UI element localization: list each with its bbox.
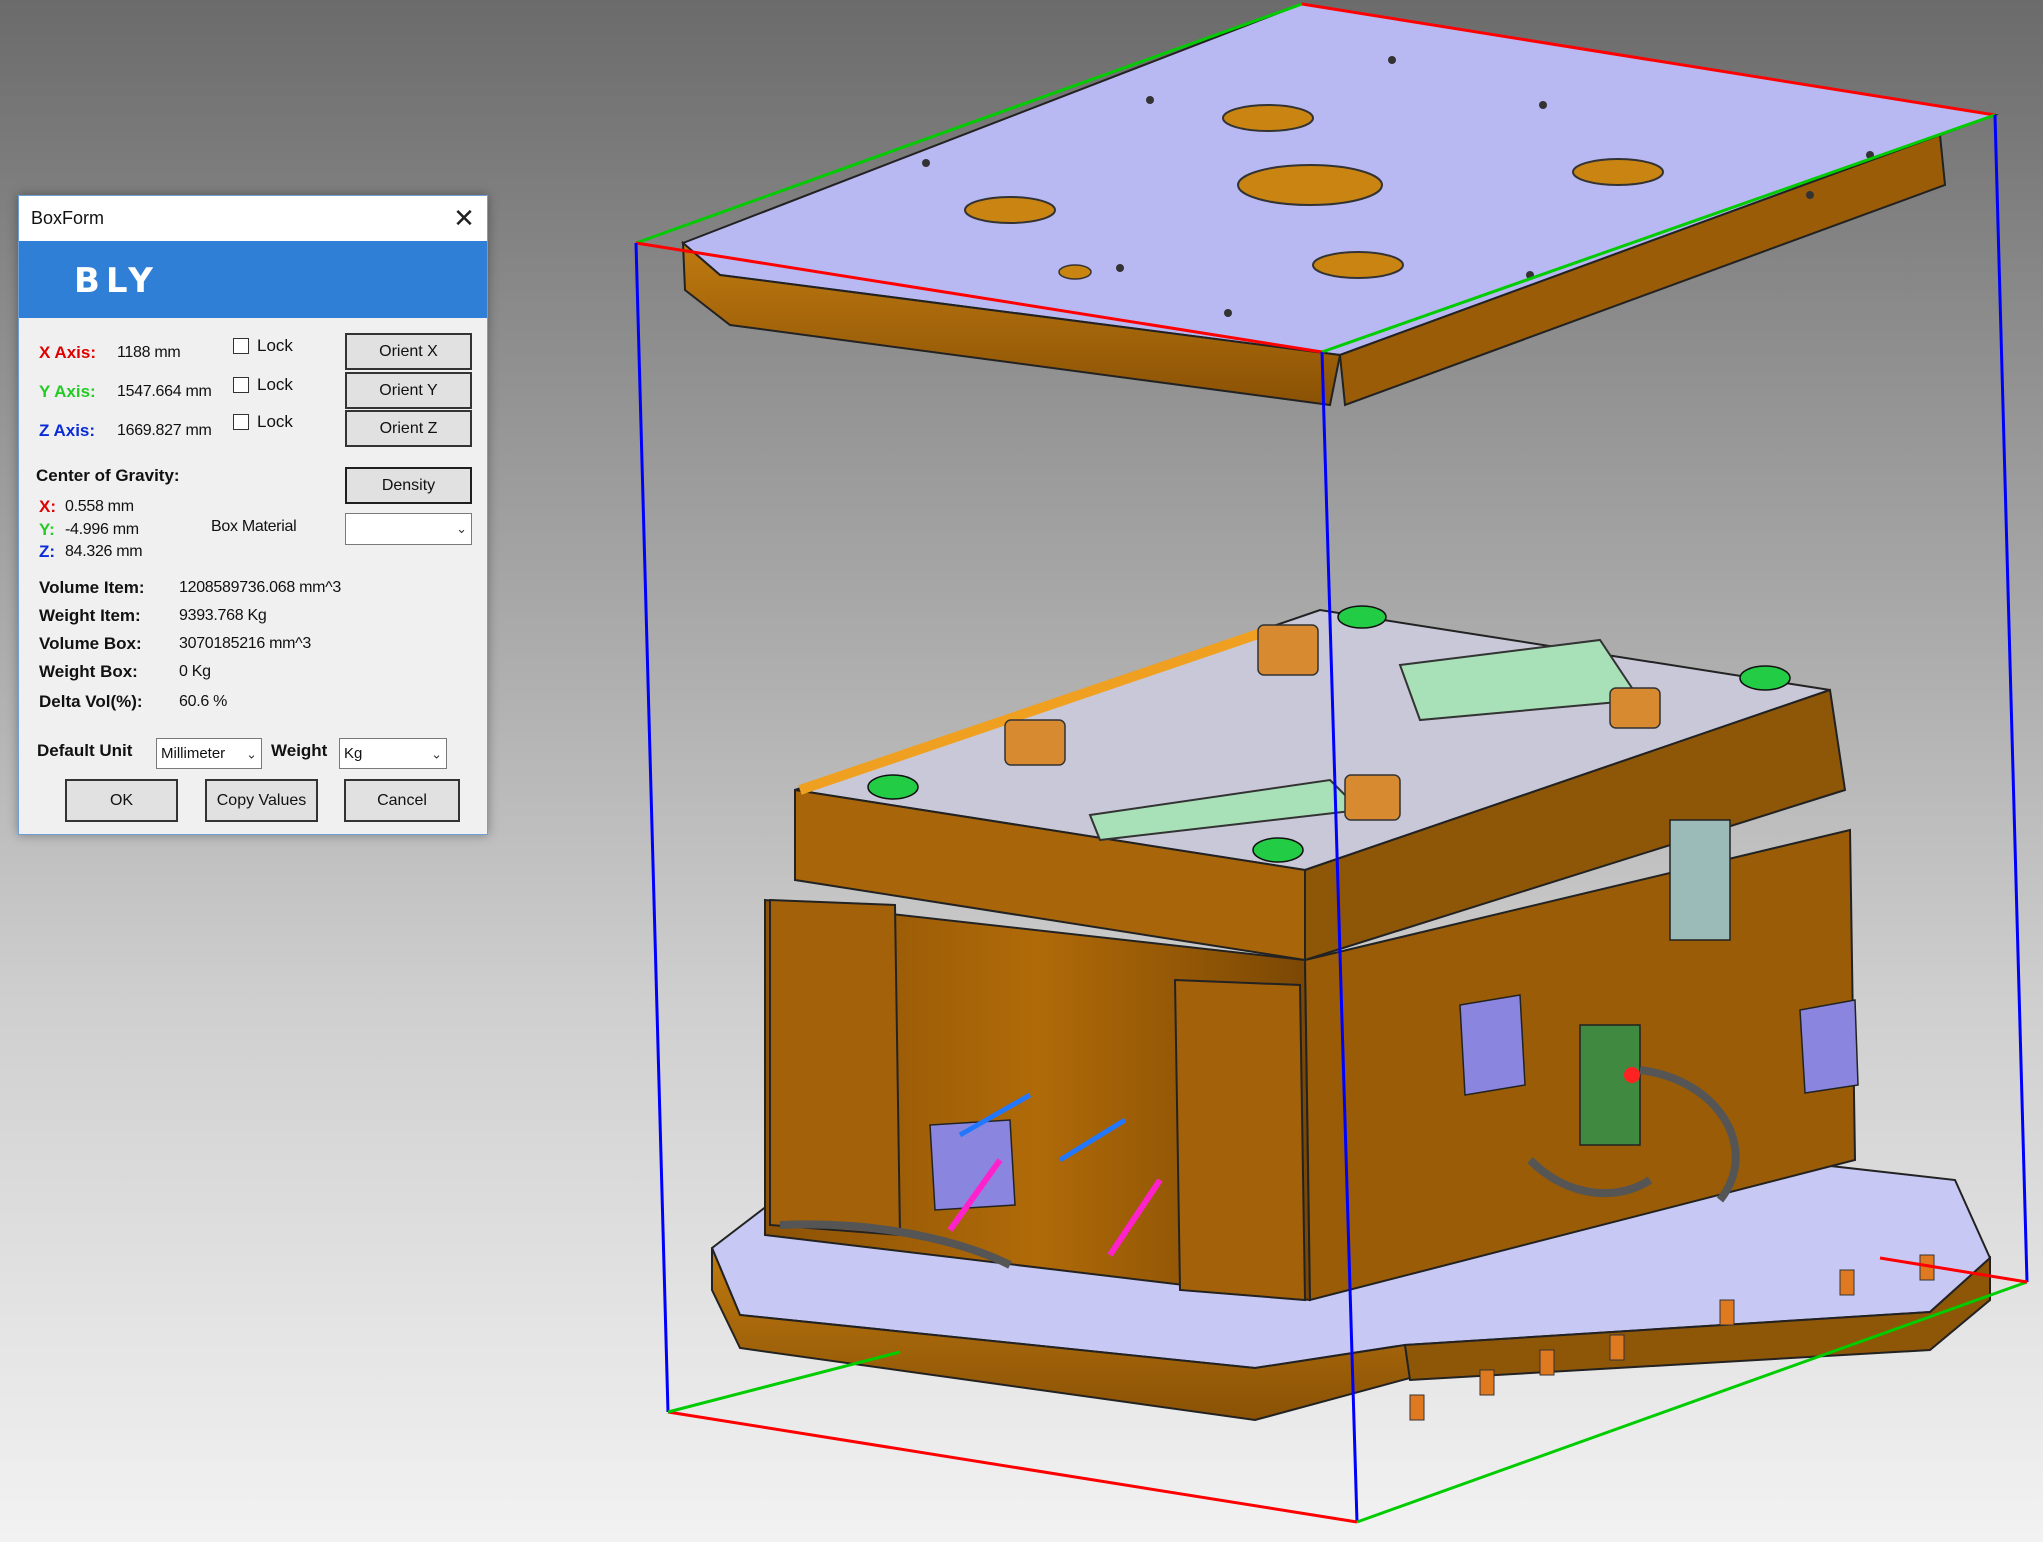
x-axis-label: X Axis: — [39, 343, 97, 362]
z-lock-checkbox[interactable] — [233, 414, 249, 430]
weight-unit-value: Kg — [344, 745, 363, 762]
y-axis-label: Y Axis: — [39, 382, 96, 401]
boxform-dialog: BoxForm ✕ BLY X Axis: 1188 mm Lock Orien… — [18, 195, 488, 835]
box-material-select[interactable]: ⌄ — [345, 513, 472, 545]
chevron-down-icon: ⌄ — [456, 521, 467, 536]
chevron-down-icon: ⌄ — [431, 746, 442, 761]
chevron-down-icon: ⌄ — [246, 746, 257, 761]
volume-box-value: 3070185216 mm^3 — [179, 635, 311, 652]
bly-logo: BLY — [74, 261, 159, 301]
default-unit-label: Default Unit — [37, 741, 133, 760]
box-material-label: Box Material — [211, 518, 297, 535]
weight-box-label: Weight Box: — [39, 662, 138, 681]
weight-item-value: 9393.768 Kg — [179, 607, 267, 624]
x-lock-checkbox[interactable] — [233, 338, 249, 354]
cog-x-value: 0.558 mm — [65, 498, 134, 515]
volume-item-label: Volume Item: — [39, 578, 145, 597]
cog-title: Center of Gravity: — [36, 466, 180, 485]
y-axis-value: 1547.664 mm — [117, 383, 212, 400]
weight-item-label: Weight Item: — [39, 606, 141, 625]
weight-box-value: 0 Kg — [179, 663, 211, 680]
x-axis-value: 1188 mm — [117, 344, 181, 361]
volume-item-value: 1208589736.068 mm^3 — [179, 579, 341, 596]
y-lock-label: Lock — [257, 375, 293, 394]
cog-z-label: Z: — [39, 542, 56, 561]
delta-vol-value: 60.6 % — [179, 693, 228, 710]
cog-y-value: -4.996 mm — [65, 521, 139, 538]
copy-values-button[interactable]: Copy Values — [205, 779, 318, 822]
title-bar[interactable]: BoxForm ✕ — [19, 196, 487, 241]
close-icon[interactable]: ✕ — [441, 196, 487, 241]
volume-box-label: Volume Box: — [39, 634, 142, 653]
dialog-title: BoxForm — [31, 208, 105, 228]
weight-label: Weight — [271, 741, 328, 760]
cog-z-value: 84.326 mm — [65, 543, 143, 560]
y-lock-checkbox[interactable] — [233, 377, 249, 393]
cog-x-label: X: — [39, 497, 56, 516]
delta-vol-label: Delta Vol(%): — [39, 692, 143, 711]
z-lock-label: Lock — [257, 412, 293, 431]
orient-y-button[interactable]: Orient Y — [345, 372, 472, 409]
default-unit-value: Millimeter — [161, 745, 226, 762]
weight-unit-select[interactable]: Kg ⌄ — [339, 738, 447, 769]
ok-button[interactable]: OK — [65, 779, 178, 822]
orient-x-button[interactable]: Orient X — [345, 333, 472, 370]
logo-banner: BLY — [19, 241, 487, 318]
cog-y-label: Y: — [39, 520, 55, 539]
density-button[interactable]: Density — [345, 467, 472, 504]
cancel-button[interactable]: Cancel — [344, 779, 460, 822]
default-unit-select[interactable]: Millimeter ⌄ — [156, 738, 262, 769]
z-axis-label: Z Axis: — [39, 421, 96, 440]
z-axis-value: 1669.827 mm — [117, 422, 212, 439]
orient-z-button[interactable]: Orient Z — [345, 410, 472, 447]
x-lock-label: Lock — [257, 336, 293, 355]
